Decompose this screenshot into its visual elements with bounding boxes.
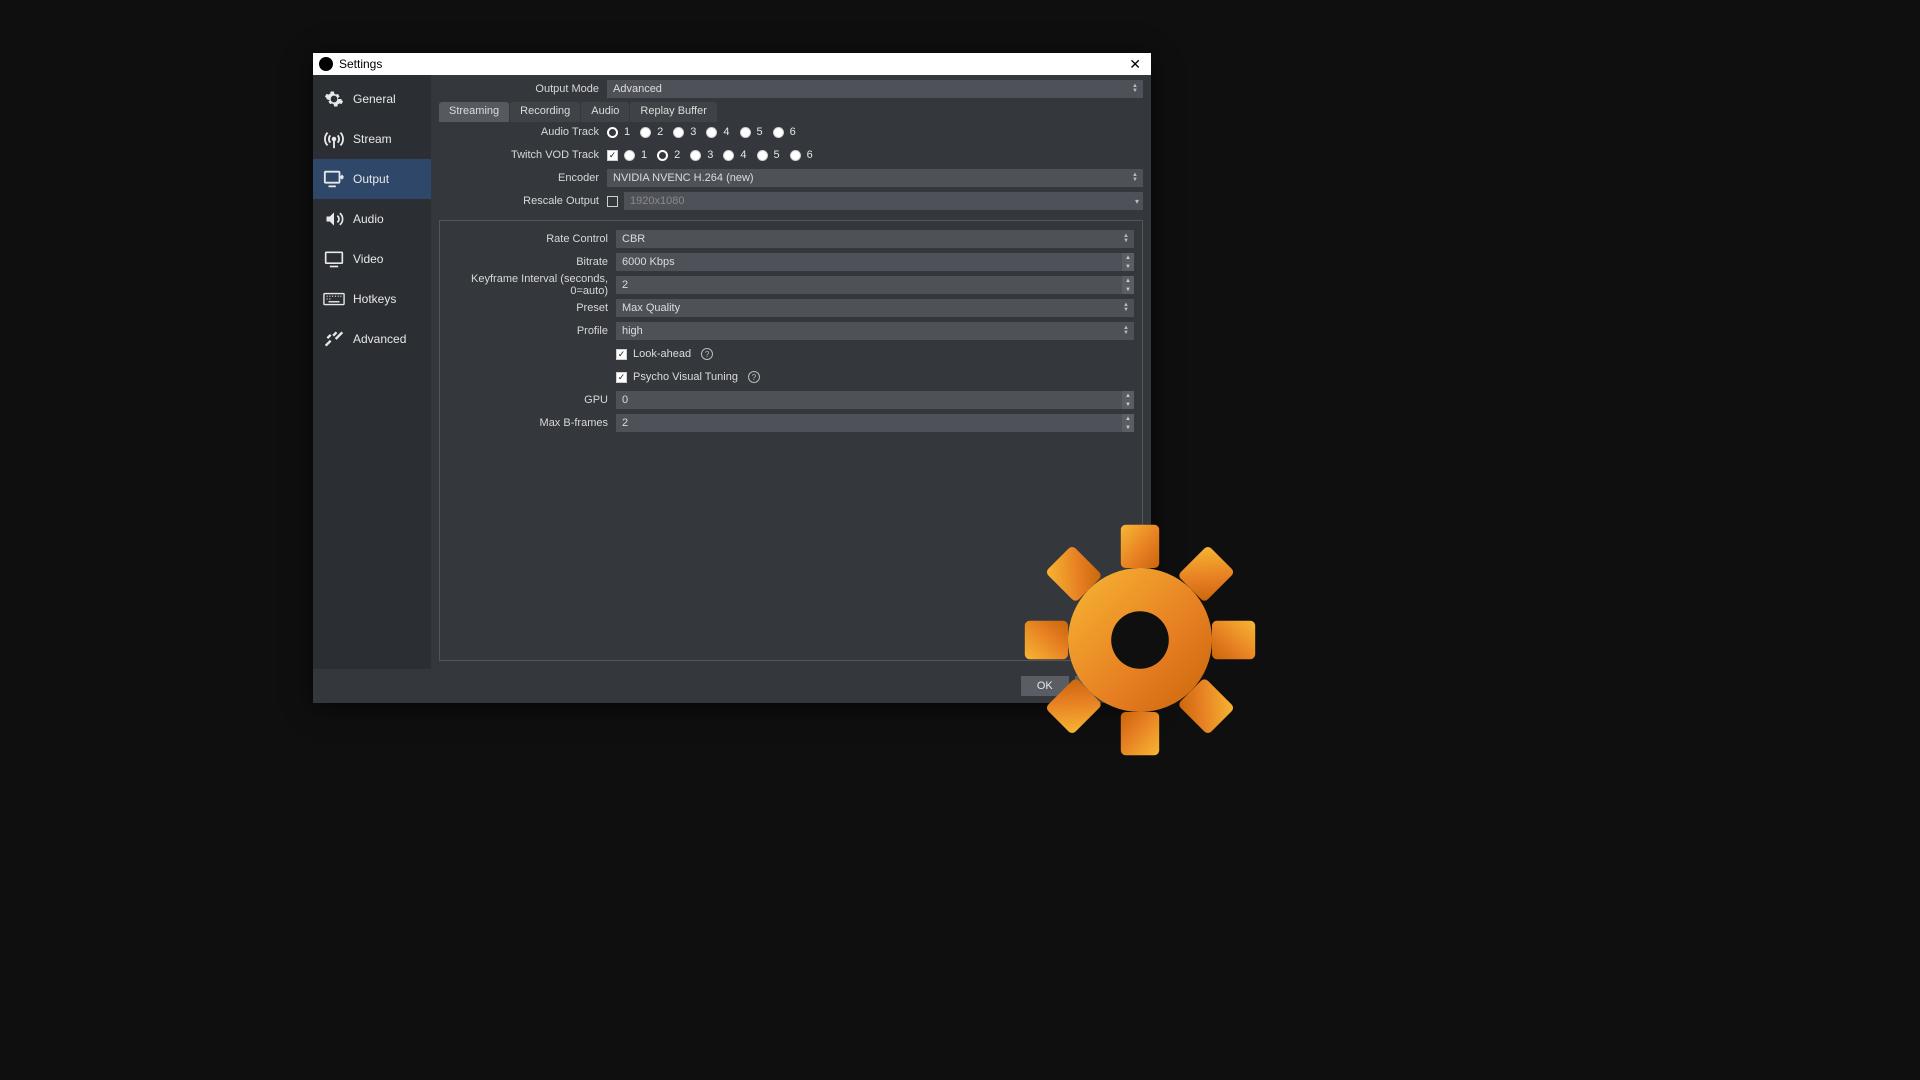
vod-track-radio-2[interactable]: [657, 150, 668, 161]
audio-track-radio-6[interactable]: [773, 127, 784, 138]
window-title: Settings: [339, 57, 382, 71]
profile-label: Profile: [448, 325, 616, 337]
audio-track-label: Audio Track: [439, 126, 607, 138]
sidebar-item-audio[interactable]: Audio: [313, 199, 431, 239]
profile-select[interactable]: high▲▼: [616, 322, 1134, 340]
encoder-settings-panel: Rate Control CBR▲▼ Bitrate 6000 Kbps▲▼ K…: [439, 220, 1143, 661]
obs-logo-icon: [319, 57, 333, 71]
gpu-input[interactable]: 0▲▼: [616, 391, 1134, 409]
updown-icon: ▲▼: [1129, 80, 1141, 98]
stepper-icon[interactable]: ▲▼: [1122, 276, 1134, 294]
keyboard-icon: [321, 287, 347, 311]
antenna-icon: [321, 127, 347, 151]
output-mode-select[interactable]: Advanced ▲▼: [607, 80, 1143, 98]
audio-track-radio-2[interactable]: [640, 127, 651, 138]
tab-audio[interactable]: Audio: [581, 102, 629, 122]
keyframe-input[interactable]: 2▲▼: [616, 276, 1134, 294]
twitch-vod-group: ✓ 1 2 3 4 5 6: [607, 149, 1143, 161]
audio-track-radio-4[interactable]: [706, 127, 717, 138]
rate-control-select[interactable]: CBR▲▼: [616, 230, 1134, 248]
tools-icon: [321, 327, 347, 351]
help-icon[interactable]: ?: [701, 348, 713, 360]
max-bframes-input[interactable]: 2▲▼: [616, 414, 1134, 432]
settings-window: Settings ✕ General Stream Output: [313, 53, 1151, 703]
tab-streaming[interactable]: Streaming: [439, 102, 509, 122]
audio-track-group: 1 2 3 4 5 6: [607, 126, 1143, 138]
monitor-icon: [321, 247, 347, 271]
vod-track-radio-3[interactable]: [690, 150, 701, 161]
sidebar-item-video[interactable]: Video: [313, 239, 431, 279]
dialog-footer: OK Cancel: [313, 669, 1151, 703]
audio-track-radio-3[interactable]: [673, 127, 684, 138]
speaker-icon: [321, 207, 347, 231]
output-tabs: Streaming Recording Audio Replay Buffer: [439, 102, 1143, 122]
content-area: Output Mode Advanced ▲▼ Streaming Record…: [431, 75, 1151, 669]
max-bframes-label: Max B-frames: [448, 417, 616, 429]
vod-track-radio-5[interactable]: [757, 150, 768, 161]
stepper-icon[interactable]: ▲▼: [1122, 414, 1134, 432]
sidebar-item-advanced[interactable]: Advanced: [313, 319, 431, 359]
close-button[interactable]: ✕: [1125, 56, 1145, 73]
output-icon: [321, 167, 347, 191]
sidebar-item-stream[interactable]: Stream: [313, 119, 431, 159]
rescale-checkbox[interactable]: [607, 196, 618, 207]
audio-track-radio-1[interactable]: [607, 127, 618, 138]
rescale-select[interactable]: 1920x1080 ▾: [624, 192, 1143, 210]
gear-icon: [321, 87, 347, 111]
encoder-select[interactable]: NVIDIA NVENC H.264 (new) ▲▼: [607, 169, 1143, 187]
sidebar-item-output[interactable]: Output: [313, 159, 431, 199]
keyframe-label: Keyframe Interval (seconds, 0=auto): [448, 273, 616, 297]
audio-track-radio-5[interactable]: [740, 127, 751, 138]
rescale-label: Rescale Output: [439, 195, 607, 207]
tab-recording[interactable]: Recording: [510, 102, 580, 122]
updown-icon: ▲▼: [1129, 169, 1141, 187]
help-icon[interactable]: ?: [748, 371, 760, 383]
settings-sidebar: General Stream Output Audio Video: [313, 75, 431, 669]
updown-icon: ▲▼: [1120, 299, 1132, 317]
sidebar-item-general[interactable]: General: [313, 79, 431, 119]
encoder-label: Encoder: [439, 172, 607, 184]
stepper-icon[interactable]: ▲▼: [1122, 253, 1134, 271]
gpu-label: GPU: [448, 394, 616, 406]
updown-icon: ▲▼: [1120, 322, 1132, 340]
look-ahead-label: Look-ahead: [633, 348, 691, 360]
updown-icon: ▲▼: [1120, 230, 1132, 248]
twitch-vod-label: Twitch VOD Track: [439, 149, 607, 161]
preset-label: Preset: [448, 302, 616, 314]
stepper-icon[interactable]: ▲▼: [1122, 391, 1134, 409]
rate-control-label: Rate Control: [448, 233, 616, 245]
output-mode-label: Output Mode: [439, 83, 607, 95]
psycho-visual-label: Psycho Visual Tuning: [633, 371, 738, 383]
look-ahead-checkbox[interactable]: ✓: [616, 349, 627, 360]
preset-select[interactable]: Max Quality▲▼: [616, 299, 1134, 317]
twitch-vod-checkbox[interactable]: ✓: [607, 150, 618, 161]
bitrate-label: Bitrate: [448, 256, 616, 268]
bitrate-input[interactable]: 6000 Kbps▲▼: [616, 253, 1134, 271]
cancel-button[interactable]: Cancel: [1075, 676, 1141, 696]
ok-button[interactable]: OK: [1021, 676, 1069, 696]
titlebar: Settings ✕: [313, 53, 1151, 75]
psycho-visual-checkbox[interactable]: ✓: [616, 372, 627, 383]
chevron-down-icon: ▾: [1135, 192, 1139, 210]
vod-track-radio-6[interactable]: [790, 150, 801, 161]
vod-track-radio-1[interactable]: [624, 150, 635, 161]
vod-track-radio-4[interactable]: [723, 150, 734, 161]
tab-replay-buffer[interactable]: Replay Buffer: [630, 102, 716, 122]
sidebar-item-hotkeys[interactable]: Hotkeys: [313, 279, 431, 319]
